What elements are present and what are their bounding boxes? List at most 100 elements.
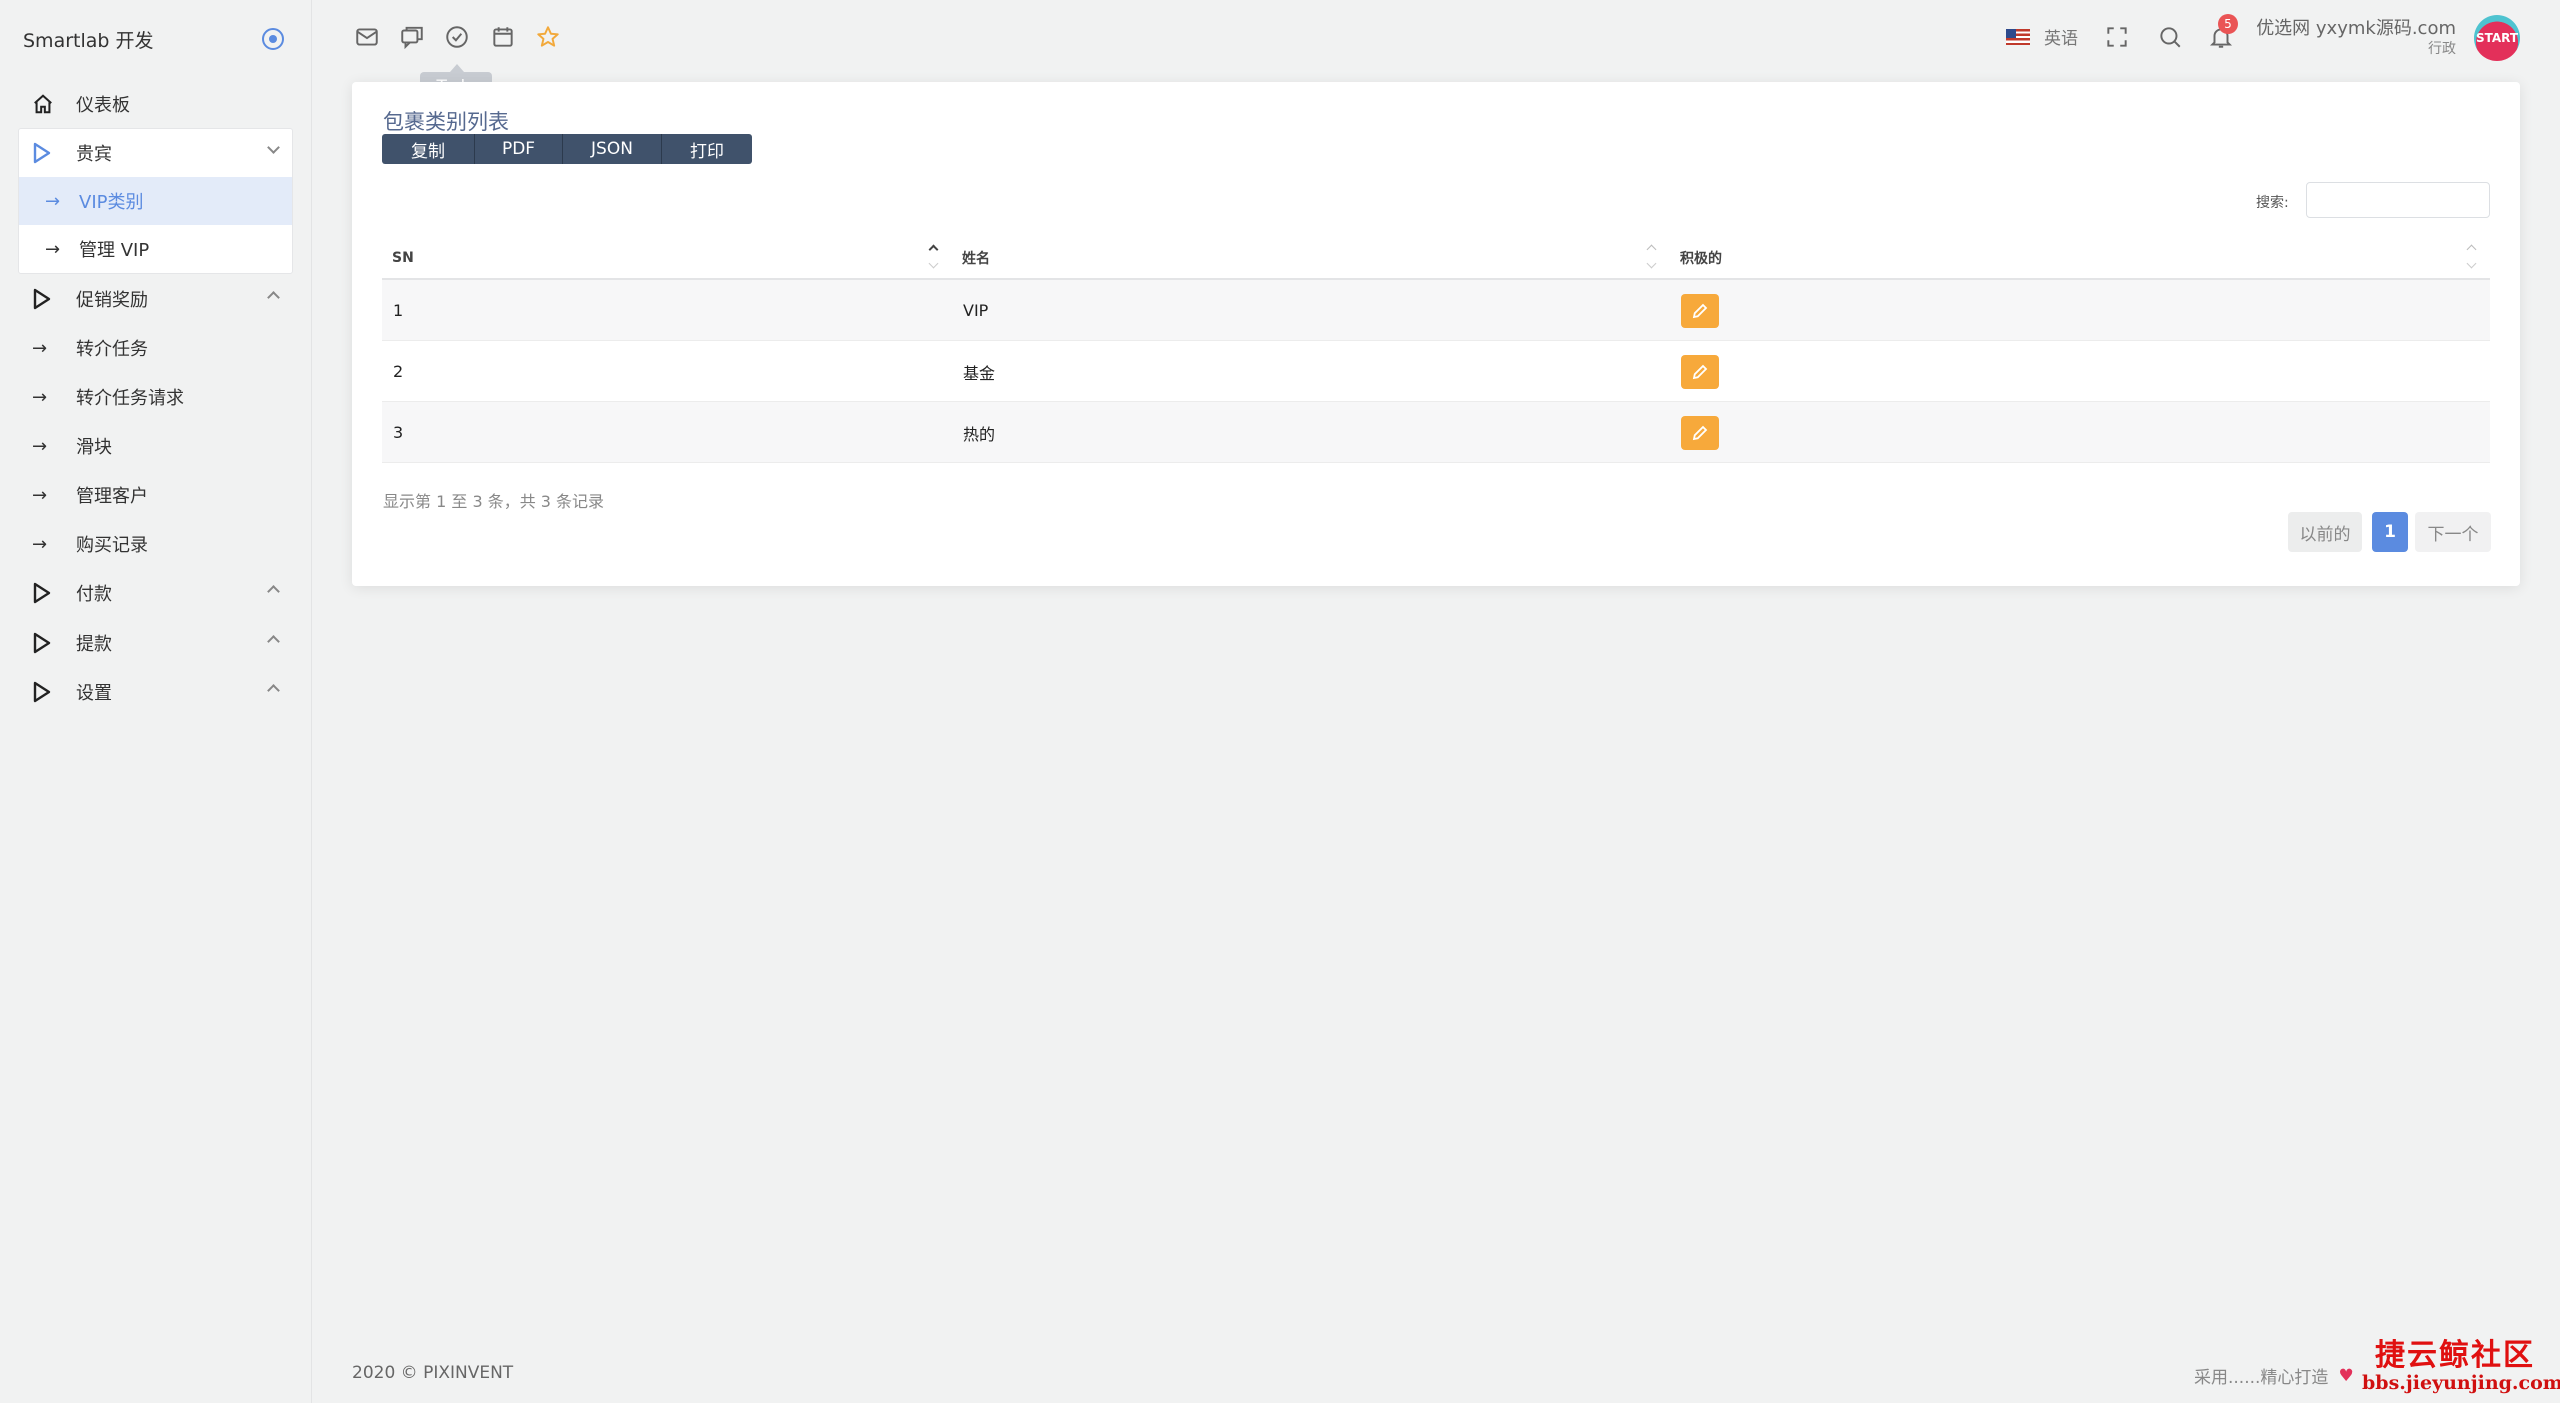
- avatar[interactable]: START: [2474, 15, 2520, 61]
- print-button[interactable]: 打印: [662, 134, 752, 164]
- pagination-prev[interactable]: 以前的: [2288, 512, 2362, 552]
- sidebar-item-label: 购买记录: [76, 535, 148, 556]
- arrow-right-icon: →: [32, 386, 48, 408]
- cell-name: 基金: [963, 363, 996, 383]
- chevron-up-icon: [267, 635, 280, 648]
- table-row: 3 热的: [382, 402, 2490, 463]
- cell-sn: 1: [393, 301, 404, 320]
- chevron-down-icon: [267, 141, 280, 154]
- language-label: 英语: [2044, 29, 2078, 49]
- watermark: 捷云鲸社区 bbs.jieyunjing.com: [2362, 1330, 2560, 1394]
- pagination-page-1[interactable]: 1: [2372, 512, 2408, 552]
- watermark-url: bbs.jieyunjing.com: [2362, 1372, 2560, 1394]
- column-header-sn[interactable]: SN: [392, 236, 414, 280]
- chevron-up-icon: [267, 291, 280, 304]
- package-category-card: 包裹类别列表 复制 PDF JSON 打印 搜索: SN 姓名 积极的 1 VI…: [352, 82, 2520, 586]
- play-icon: [32, 681, 62, 703]
- play-icon: [32, 288, 62, 310]
- sidebar-item-label: 付款: [76, 584, 112, 605]
- pagination-next[interactable]: 下一个: [2415, 512, 2491, 552]
- calendar-icon[interactable]: [490, 24, 516, 50]
- sidebar-item-referral-tasks[interactable]: → 转介任务: [18, 324, 292, 372]
- sidebar: Smartlab 开发 仪表板 贵宾 → VIP类别 → 管理 VIP 促销奖励…: [0, 0, 312, 1403]
- card-title: 包裹类别列表: [383, 110, 509, 134]
- sidebar-item-referral-requests[interactable]: → 转介任务请求: [18, 373, 292, 421]
- cell-name: VIP: [963, 301, 989, 320]
- table-info: 显示第 1 至 3 条，共 3 条记录: [383, 492, 605, 511]
- sidebar-item-label: 滑块: [76, 437, 112, 458]
- sidebar-item-withdrawals[interactable]: 提款: [18, 619, 292, 667]
- sidebar-item-purchase-records[interactable]: → 购买记录: [18, 520, 292, 568]
- sidebar-item-label: 转介任务请求: [76, 388, 184, 409]
- language-selector[interactable]: 英语: [2006, 24, 2078, 49]
- sidebar-item-label: 仪表板: [76, 95, 130, 116]
- sidebar-item-promotion[interactable]: 促销奖励: [18, 275, 292, 323]
- play-icon: [32, 142, 62, 164]
- home-icon: [32, 93, 62, 115]
- brand-name[interactable]: Smartlab 开发: [23, 26, 154, 53]
- arrow-right-icon: →: [32, 533, 48, 555]
- table-row: 1 VIP: [382, 280, 2490, 341]
- arrow-right-icon: →: [32, 435, 48, 457]
- footer-credit: 采用......精心打造 ♥: [2194, 1363, 2354, 1389]
- sidebar-item-label: 转介任务: [76, 339, 148, 360]
- sort-icon[interactable]: [928, 244, 940, 272]
- copy-button[interactable]: 复制: [382, 134, 475, 164]
- check-circle-icon[interactable]: [444, 24, 470, 50]
- pencil-icon: [1692, 303, 1708, 318]
- cell-sn: 3: [393, 423, 404, 442]
- edit-button[interactable]: [1681, 293, 1719, 328]
- sidebar-item-label: 设置: [76, 683, 112, 704]
- chat-icon[interactable]: [399, 24, 425, 50]
- arrow-right-icon: →: [45, 190, 61, 212]
- column-header-active[interactable]: 积极的: [1680, 236, 1722, 280]
- table-header: SN 姓名 积极的: [382, 236, 2490, 280]
- user-role: 行政: [2428, 41, 2456, 57]
- heart-icon: ♥: [2338, 1365, 2354, 1386]
- sidebar-subitem-manage-vip[interactable]: → 管理 VIP: [19, 225, 292, 273]
- sidebar-toggle-icon[interactable]: [262, 28, 284, 50]
- watermark-title: 捷云鲸社区: [2375, 1338, 2535, 1373]
- chevron-up-icon: [267, 684, 280, 697]
- cell-name: 热的: [963, 424, 996, 444]
- arrow-right-icon: →: [32, 337, 48, 359]
- chevron-up-icon: [267, 585, 280, 598]
- us-flag-icon: [2006, 28, 2030, 45]
- pencil-icon: [1692, 425, 1708, 440]
- footer-credit-text: 采用......精心打造: [2194, 1368, 2329, 1388]
- sidebar-subitem-vip-category[interactable]: → VIP类别: [19, 177, 292, 225]
- sidebar-item-settings[interactable]: 设置: [18, 668, 292, 716]
- footer-copyright: 2020 © PIXINVENT: [352, 1363, 514, 1383]
- play-icon: [32, 582, 62, 604]
- edit-button[interactable]: [1681, 354, 1719, 389]
- notification-badge: 5: [2218, 14, 2238, 34]
- arrow-right-icon: →: [32, 484, 48, 506]
- edit-button[interactable]: [1681, 415, 1719, 450]
- arrow-right-icon: →: [45, 238, 61, 260]
- sidebar-item-label: 管理客户: [76, 486, 148, 507]
- json-button[interactable]: JSON: [563, 134, 662, 164]
- table-row: 2 基金: [382, 341, 2490, 402]
- mail-icon[interactable]: [354, 24, 380, 50]
- pdf-button[interactable]: PDF: [475, 134, 563, 164]
- user-name[interactable]: 优选网 yxymk源码.com: [2256, 14, 2456, 40]
- sidebar-subitem-label: 管理 VIP: [79, 240, 150, 261]
- pencil-icon: [1692, 364, 1708, 379]
- star-icon[interactable]: [535, 24, 561, 50]
- sidebar-item-label: 提款: [76, 634, 112, 655]
- sidebar-item-dashboard[interactable]: 仪表板: [18, 80, 292, 128]
- play-icon: [32, 632, 62, 654]
- search-input[interactable]: [2306, 182, 2490, 218]
- fullscreen-icon[interactable]: [2104, 24, 2130, 50]
- sidebar-item-label: 促销奖励: [76, 290, 148, 311]
- search-icon[interactable]: [2157, 24, 2183, 50]
- sidebar-subitem-label: VIP类别: [79, 192, 144, 213]
- sort-icon[interactable]: [2466, 244, 2478, 272]
- search-label: 搜索:: [2256, 195, 2289, 211]
- sort-icon[interactable]: [1646, 244, 1658, 272]
- sidebar-item-slider[interactable]: → 滑块: [18, 422, 292, 470]
- sidebar-item-payments[interactable]: 付款: [18, 569, 292, 617]
- sidebar-item-manage-customers[interactable]: → 管理客户: [18, 471, 292, 519]
- sidebar-item-vip[interactable]: 贵宾: [18, 129, 292, 177]
- column-header-name[interactable]: 姓名: [962, 236, 990, 280]
